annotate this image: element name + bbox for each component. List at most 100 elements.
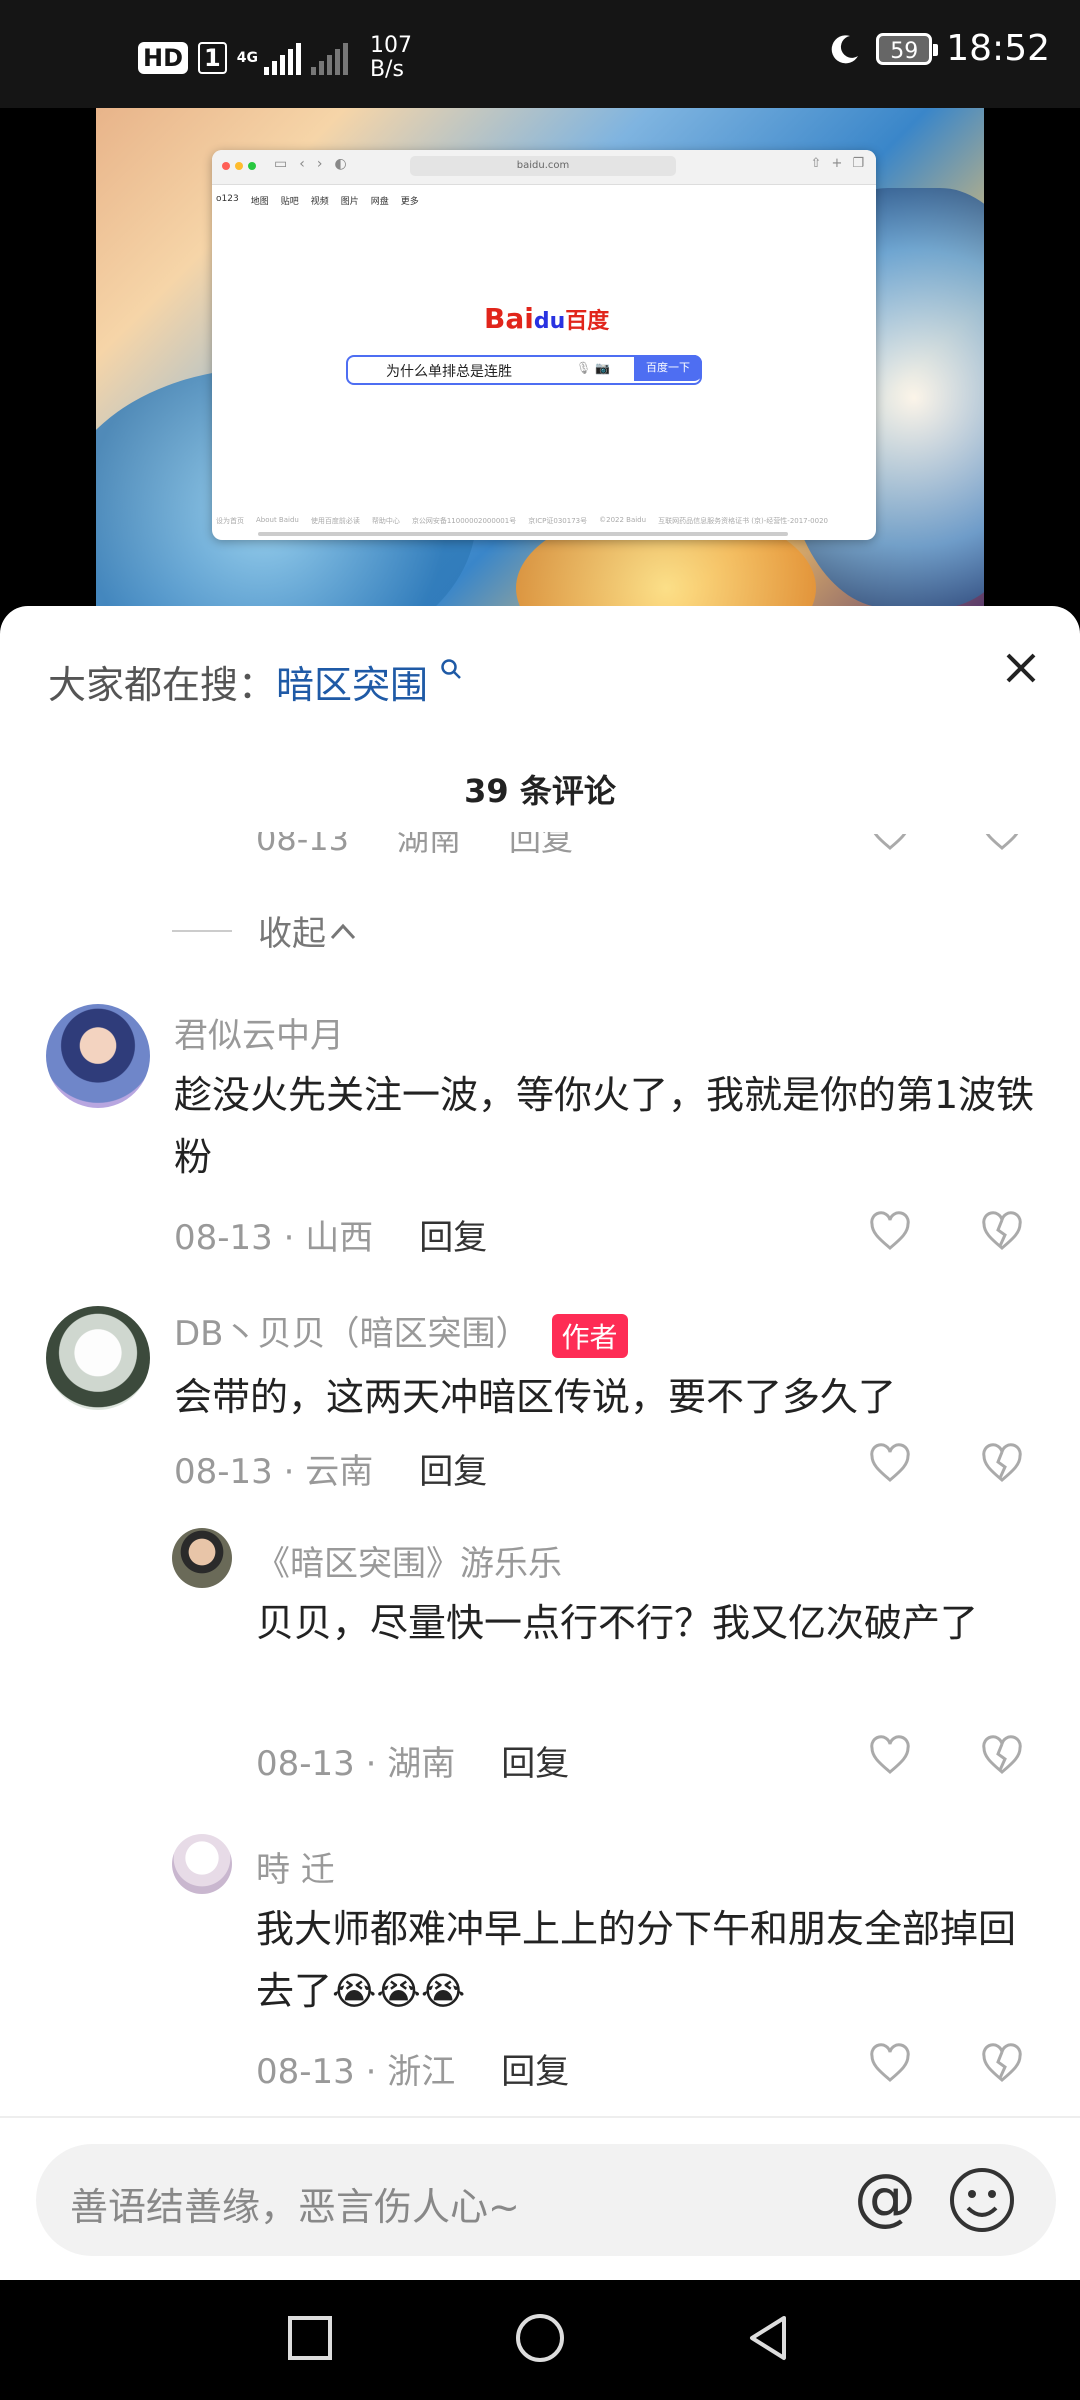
comment-input[interactable]: 善语结善缘，恶言伤人心~ @ xyxy=(36,2144,1056,2256)
comment-count: 39 条评论 xyxy=(464,772,616,810)
crying-emoji-icon: 😭😭😭 xyxy=(332,1969,466,2013)
broken-heart-icon[interactable] xyxy=(980,1442,1024,1486)
collapse-label: 收起 xyxy=(258,914,326,954)
broken-heart-icon[interactable] xyxy=(980,810,1024,854)
author-badge: 作者 xyxy=(551,1313,628,1358)
nav-link: 图片 xyxy=(340,197,359,207)
clock: 18:52 xyxy=(946,28,1050,69)
nav-link: 地图 xyxy=(250,197,269,207)
browser-toolbar: ▭ ‹ › ◐ baidu.com ⇧ + ❐ xyxy=(212,150,876,185)
speed-unit: B/s xyxy=(369,57,404,82)
sidebar-icon: ▭ xyxy=(274,156,288,172)
reply-button[interactable]: 回复 xyxy=(501,1744,569,1784)
emoji-icon[interactable] xyxy=(948,2166,1016,2234)
close-icon[interactable] xyxy=(1004,642,1038,696)
recent-apps-icon[interactable] xyxy=(284,2312,336,2364)
footer-link: 帮助中心 xyxy=(371,517,400,525)
browser-actions: ⇧ + ❐ xyxy=(811,156,864,171)
comment-text: 趁没火先关注一波，等你火了，我就是你的第1波铁粉 xyxy=(174,1073,1035,1179)
share-icon: ⇧ xyxy=(810,156,822,171)
footer-link: 京公网安备11000002000001号 xyxy=(411,517,517,525)
heart-icon[interactable] xyxy=(868,1734,912,1778)
browser-scrollbar xyxy=(258,532,788,536)
reply-button[interactable]: 回复 xyxy=(509,832,573,858)
search-query: 为什么单排总是连胜 xyxy=(386,364,512,380)
heart-icon[interactable] xyxy=(868,1442,912,1486)
signal-2-icon xyxy=(310,41,348,75)
comment-text: 我大师都难冲早上上的分下午和朋友全部掉回去了😭😭😭 xyxy=(256,1898,1046,2022)
comment-meta: 08-13 · 山西 回复 xyxy=(174,1218,488,1258)
battery-icon: 59 xyxy=(876,32,939,65)
reply-button[interactable]: 回复 xyxy=(501,2052,569,2092)
heart-icon[interactable] xyxy=(868,810,912,854)
footer-link: 设为首页 xyxy=(216,517,244,525)
browser-window: ▭ ‹ › ◐ baidu.com ⇧ + ❐ o123 地图 贴吧 视频 图片 网盘 更… xyxy=(212,150,876,540)
network-type: 4G xyxy=(236,50,258,66)
footer-link: 使用百度前必读 xyxy=(310,517,360,525)
moon-icon xyxy=(831,34,859,63)
privacy-icon: ◐ xyxy=(334,156,347,172)
sim-icon: 1 xyxy=(198,42,227,74)
url-bar: baidu.com xyxy=(410,156,676,176)
comment-date: 08-13 xyxy=(256,1744,355,1784)
hot-search-keyword[interactable]: 暗区突围 xyxy=(276,663,428,707)
comment-date: 08-13 xyxy=(174,1218,273,1258)
input-divider xyxy=(0,2116,1080,2118)
comment-region: 湖南 xyxy=(396,820,461,858)
tabs-icon: ❐ xyxy=(852,156,864,171)
comment-meta: 08-13 · 云南 回复 xyxy=(174,1452,488,1492)
heart-icon[interactable] xyxy=(868,2042,912,2086)
home-icon[interactable] xyxy=(514,2312,566,2364)
avatar[interactable] xyxy=(46,1306,150,1410)
logo-cn: 百度 xyxy=(565,309,610,334)
status-left: HD 1 4G 107 B/s xyxy=(138,34,412,82)
mic-camera-icons: 🎙 📷 xyxy=(576,361,610,375)
comment-region: 浙江 xyxy=(387,2052,456,2092)
comment-text: 贝贝，尽量快一点行不行？我又亿次破产了 xyxy=(256,1601,979,1645)
avatar[interactable] xyxy=(46,1004,150,1108)
mention-icon[interactable]: @ xyxy=(854,2160,916,2233)
forward-icon: › xyxy=(316,156,323,172)
nav-link: o123 xyxy=(216,194,239,204)
nav-link: 更多 xyxy=(400,197,419,207)
comment-sheet: 大家都在搜：暗区突围 39 条评论 08-13 湖南 回复 收起 君似云中月 趁没火… xyxy=(0,606,1080,2280)
reply-button[interactable]: 回复 xyxy=(419,1218,487,1258)
footer-link: About Baidu xyxy=(256,516,299,524)
status-bar: HD 1 4G 107 B/s 59 18:52 xyxy=(0,0,1080,108)
comment-meta: 08-13 · 湖南 回复 xyxy=(256,1744,570,1784)
avatar[interactable] xyxy=(172,1834,232,1894)
broken-heart-icon[interactable] xyxy=(980,1210,1024,1254)
comment-meta-partial: 08-13 湖南 回复 xyxy=(256,820,621,860)
hot-search-label: 大家都在搜： xyxy=(48,663,277,707)
comment-username[interactable]: DB丶贝贝（暗区突围） 作者 xyxy=(174,1306,628,1358)
back-icon[interactable] xyxy=(742,2312,794,2364)
baidu-nav: o123 地图 贴吧 视频 图片 网盘 更多 xyxy=(216,194,419,207)
comment-username[interactable]: 時 迁 xyxy=(256,1842,335,1891)
speed-value: 107 xyxy=(369,33,412,58)
nav-link: 视频 xyxy=(310,197,329,207)
signal-icon xyxy=(263,41,301,75)
reply-button[interactable]: 回复 xyxy=(419,1452,487,1492)
footer-link: ©2022 Baidu xyxy=(599,516,647,524)
comment-date: 08-13 xyxy=(256,2052,355,2092)
comment-region: 湖南 xyxy=(387,1744,456,1784)
hd-icon: HD xyxy=(138,42,189,74)
browser-nav-controls: ▭ ‹ › ◐ xyxy=(274,156,347,172)
comment-username[interactable]: 《暗区突围》游乐乐 xyxy=(256,1536,562,1585)
back-icon: ‹ xyxy=(299,156,305,172)
comment-region: 云南 xyxy=(305,1452,374,1492)
avatar[interactable] xyxy=(172,1528,232,1588)
comment-username[interactable]: 君似云中月 xyxy=(174,1008,344,1057)
broken-heart-icon[interactable] xyxy=(980,1734,1024,1778)
username-text: DB丶贝贝（暗区突围） xyxy=(174,1314,530,1354)
new-tab-icon: + xyxy=(831,156,843,171)
heart-icon[interactable] xyxy=(868,1210,912,1254)
video-player[interactable]: ▭ ‹ › ◐ baidu.com ⇧ + ❐ o123 地图 贴吧 视频 图片 网盘 更… xyxy=(96,108,984,608)
hot-search[interactable]: 大家都在搜：暗区突围 xyxy=(48,654,462,709)
comment-meta: 08-13 · 浙江 回复 xyxy=(256,2052,570,2092)
nav-link: 网盘 xyxy=(370,197,389,207)
collapse-replies[interactable]: 收起 xyxy=(172,906,360,955)
broken-heart-icon[interactable] xyxy=(980,2042,1024,2086)
chevron-up-icon xyxy=(330,923,356,939)
system-nav-bar xyxy=(0,2280,1080,2400)
